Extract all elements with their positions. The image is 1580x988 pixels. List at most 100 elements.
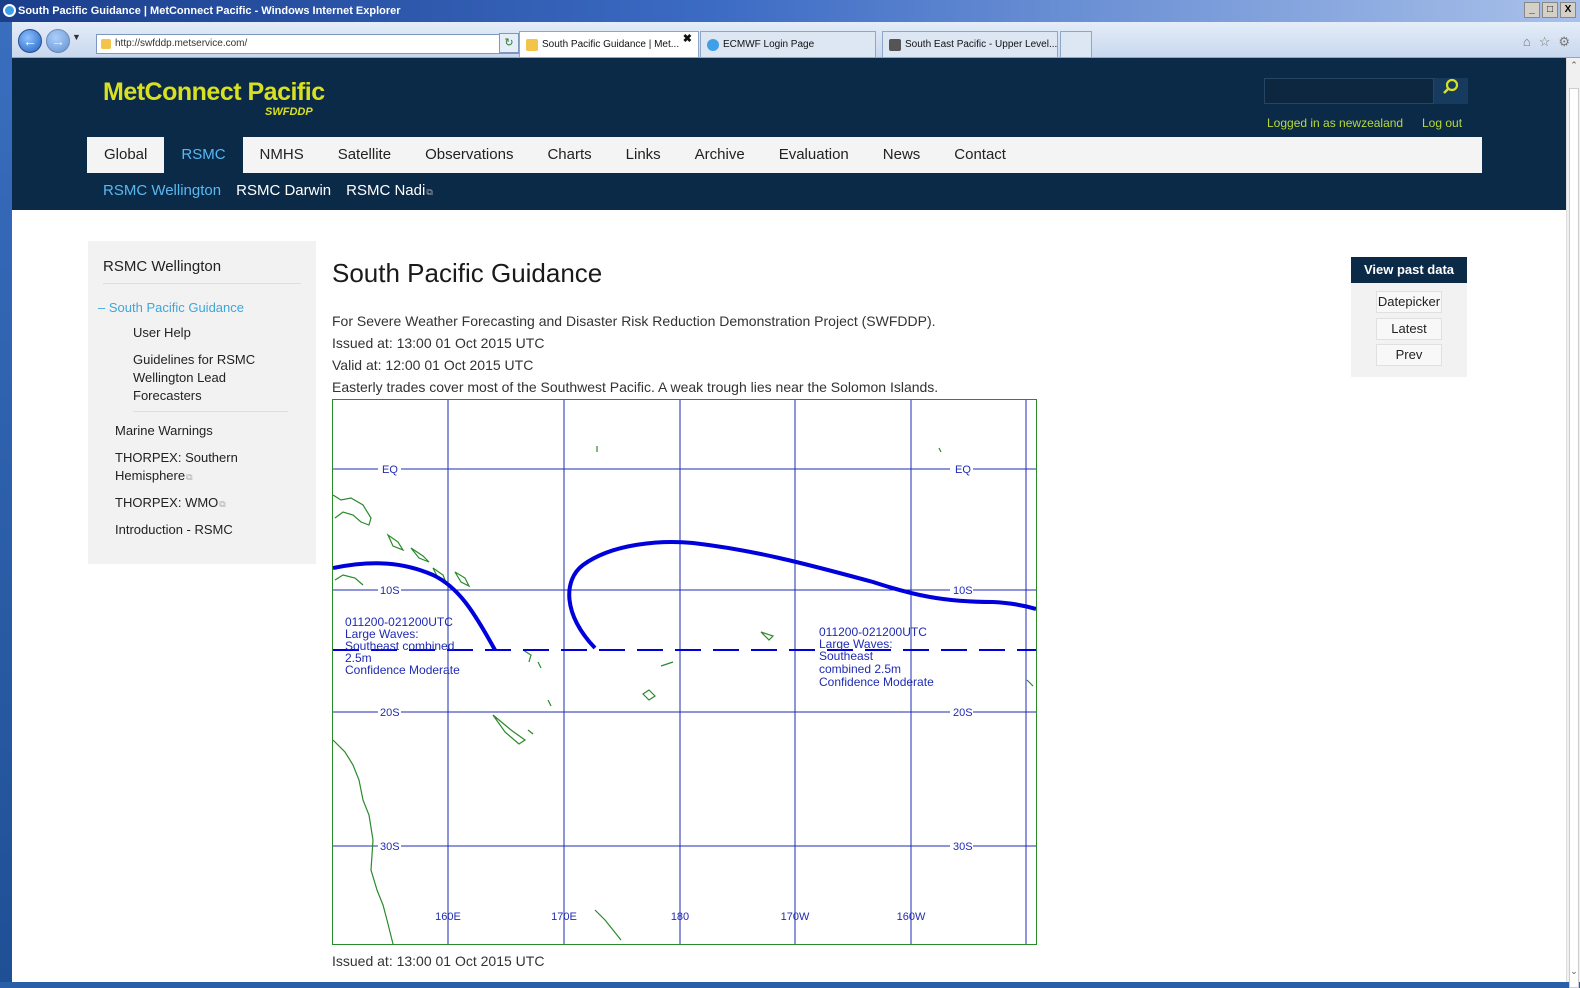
logout-link[interactable]: Log out xyxy=(1422,116,1462,130)
annotation-line: combined 2.5m xyxy=(819,662,901,676)
longitude-labels: 160E 170E 180 170W 160W xyxy=(435,911,926,923)
home-icon[interactable]: ⌂ xyxy=(1523,34,1531,50)
sidebar-item-marine-warnings[interactable]: Marine Warnings xyxy=(115,422,213,440)
search-button[interactable] xyxy=(1434,78,1468,104)
history-dropdown-icon[interactable]: ▼ xyxy=(72,32,81,42)
nav-nmhs[interactable]: NMHS xyxy=(243,137,321,173)
scroll-up-icon[interactable]: ⌃ xyxy=(1567,60,1580,74)
window-controls: _ □ X xyxy=(1524,2,1576,18)
gear-icon[interactable]: ⚙ xyxy=(1558,34,1570,50)
tab-south-pacific-guidance[interactable]: South Pacific Guidance | Met... ✖ xyxy=(519,31,699,57)
sidebar-item-label: THORPEX: WMO xyxy=(115,495,219,510)
page-title: South Pacific Guidance xyxy=(332,258,603,288)
latest-button[interactable]: Latest xyxy=(1376,318,1442,340)
close-window-button[interactable]: X xyxy=(1560,2,1576,18)
lat-label: 20S xyxy=(953,707,973,719)
lat-label: 30S xyxy=(380,841,400,853)
scroll-down-icon[interactable]: ⌄ xyxy=(1567,966,1580,980)
nav-global[interactable]: Global xyxy=(87,137,164,173)
refresh-icon[interactable]: ↻ xyxy=(499,33,519,53)
sidebar-title: RSMC Wellington xyxy=(103,258,222,275)
search-input[interactable] xyxy=(1264,78,1434,104)
external-link-icon: ⧉ xyxy=(219,499,226,509)
logged-in-status: Logged in as newzealand xyxy=(1267,116,1404,130)
lat-label: EQ xyxy=(955,464,971,476)
past-data-panel: View past data Datepicker Latest Prev xyxy=(1351,257,1467,377)
forecast-annotation-right: 011200-021200UTC Large Waves: Southeast … xyxy=(819,625,934,689)
favorites-star-icon[interactable]: ☆ xyxy=(1539,34,1551,50)
subnav-rsmc-darwin[interactable]: RSMC Darwin xyxy=(236,182,331,199)
past-data-header: View past data xyxy=(1351,257,1467,283)
valid-time: Valid at: 12:00 01 Oct 2015 UTC xyxy=(332,357,534,373)
external-link-icon: ⧉ xyxy=(426,187,433,197)
sidebar: RSMC Wellington – South Pacific Guidance… xyxy=(88,241,316,564)
subnav-rsmc-nadi-label: RSMC Nadi xyxy=(346,182,426,199)
tab-south-east-pacific[interactable]: South East Pacific - Upper Level... xyxy=(882,31,1058,57)
web-page: MetConnect Pacific SWFDDP Logged in as n… xyxy=(12,58,1566,982)
sidebar-item-introduction-rsmc[interactable]: Introduction - RSMC xyxy=(115,521,233,539)
search-icon xyxy=(1443,78,1459,94)
sidebar-item-label: Guidelines for RSMC xyxy=(133,352,256,367)
subnav-rsmc-wellington[interactable]: RSMC Wellington xyxy=(103,182,221,199)
lon-label: 180 xyxy=(671,911,689,923)
sidebar-item-label: South Pacific Guidance xyxy=(108,300,244,315)
new-tab-button[interactable] xyxy=(1060,31,1092,57)
annotation-line: Southeast xyxy=(819,649,874,663)
forecast-annotation-left: 011200-021200UTC Large Waves: Southeast … xyxy=(345,615,460,677)
datepicker-button[interactable]: Datepicker xyxy=(1376,291,1442,313)
page-icon xyxy=(101,39,111,49)
sidebar-item-label: Hemisphere xyxy=(115,468,186,483)
sidebar-item-user-help[interactable]: User Help xyxy=(133,324,191,342)
guidance-map: EQ EQ 10S 10S 20S 20S 30S 30S 160E 170E … xyxy=(332,399,1037,945)
desktop-strip xyxy=(0,0,12,982)
nav-satellite[interactable]: Satellite xyxy=(321,137,408,173)
divider xyxy=(133,411,288,412)
annotation-line: Confidence Moderate xyxy=(345,663,460,677)
address-bar[interactable]: http://swfddp.metservice.com/ ⚲ ▼ xyxy=(96,34,578,54)
lat-label: 30S xyxy=(953,841,973,853)
prev-button[interactable]: Prev xyxy=(1376,344,1442,366)
lat-label: EQ xyxy=(382,464,398,476)
divider xyxy=(103,283,301,284)
minimize-button[interactable]: _ xyxy=(1524,2,1540,18)
lat-label: 20S xyxy=(380,707,400,719)
lon-label: 170E xyxy=(551,911,577,923)
lat-label: 10S xyxy=(380,585,400,597)
nav-news[interactable]: News xyxy=(866,137,938,173)
nav-evaluation[interactable]: Evaluation xyxy=(762,137,866,173)
close-tab-icon[interactable]: ✖ xyxy=(683,32,692,45)
nav-links[interactable]: Links xyxy=(609,137,678,173)
tab-label: South East Pacific - Upper Level... xyxy=(905,39,1058,50)
sidebar-item-label: THORPEX: Southern xyxy=(115,450,238,465)
tab-ecmwf-login[interactable]: ECMWF Login Page xyxy=(700,31,876,57)
forward-button[interactable]: → xyxy=(46,29,70,53)
lon-label: 160W xyxy=(897,911,926,923)
back-button[interactable]: ← xyxy=(18,29,42,53)
nav-observations[interactable]: Observations xyxy=(408,137,530,173)
nav-rsmc[interactable]: RSMC xyxy=(164,137,243,173)
page-scrollbar[interactable]: ⌃ ⌄ xyxy=(1566,58,1580,988)
sidebar-item-guidelines[interactable]: Guidelines for RSMC Wellington Lead Fore… xyxy=(133,351,255,405)
sidebar-item-thorpex-wmo[interactable]: THORPEX: WMO⧉ xyxy=(115,494,226,513)
tab-label: ECMWF Login Page xyxy=(723,39,815,50)
window-title: South Pacific Guidance | MetConnect Paci… xyxy=(18,5,401,17)
subnav-rsmc-nadi[interactable]: RSMC Nadi⧉ xyxy=(346,182,433,199)
sidebar-item-label: Forecasters xyxy=(133,388,202,403)
page-icon xyxy=(526,39,538,51)
address-text: http://swfddp.metservice.com/ xyxy=(115,38,248,49)
nav-archive[interactable]: Archive xyxy=(678,137,762,173)
maximize-button[interactable]: □ xyxy=(1542,2,1558,18)
annotation-line: Confidence Moderate xyxy=(819,675,934,689)
nav-contact[interactable]: Contact xyxy=(937,137,1023,173)
main-nav: Global RSMC NMHS Satellite Observations … xyxy=(87,137,1482,173)
tab-label: South Pacific Guidance | Met... xyxy=(542,39,680,50)
coastlines xyxy=(332,446,1034,945)
site-logo[interactable]: MetConnect Pacific xyxy=(103,78,325,107)
sidebar-item-thorpex-southern[interactable]: THORPEX: Southern Hemisphere⧉ xyxy=(115,449,238,486)
browser-icons: ⌂ ☆ ⚙ xyxy=(1523,34,1570,50)
scroll-thumb[interactable] xyxy=(1569,88,1579,988)
nav-charts[interactable]: Charts xyxy=(530,137,608,173)
current-marker: – xyxy=(98,300,106,315)
lat-label: 10S xyxy=(953,585,973,597)
sidebar-item-south-pacific-guidance[interactable]: – South Pacific Guidance xyxy=(98,299,244,317)
